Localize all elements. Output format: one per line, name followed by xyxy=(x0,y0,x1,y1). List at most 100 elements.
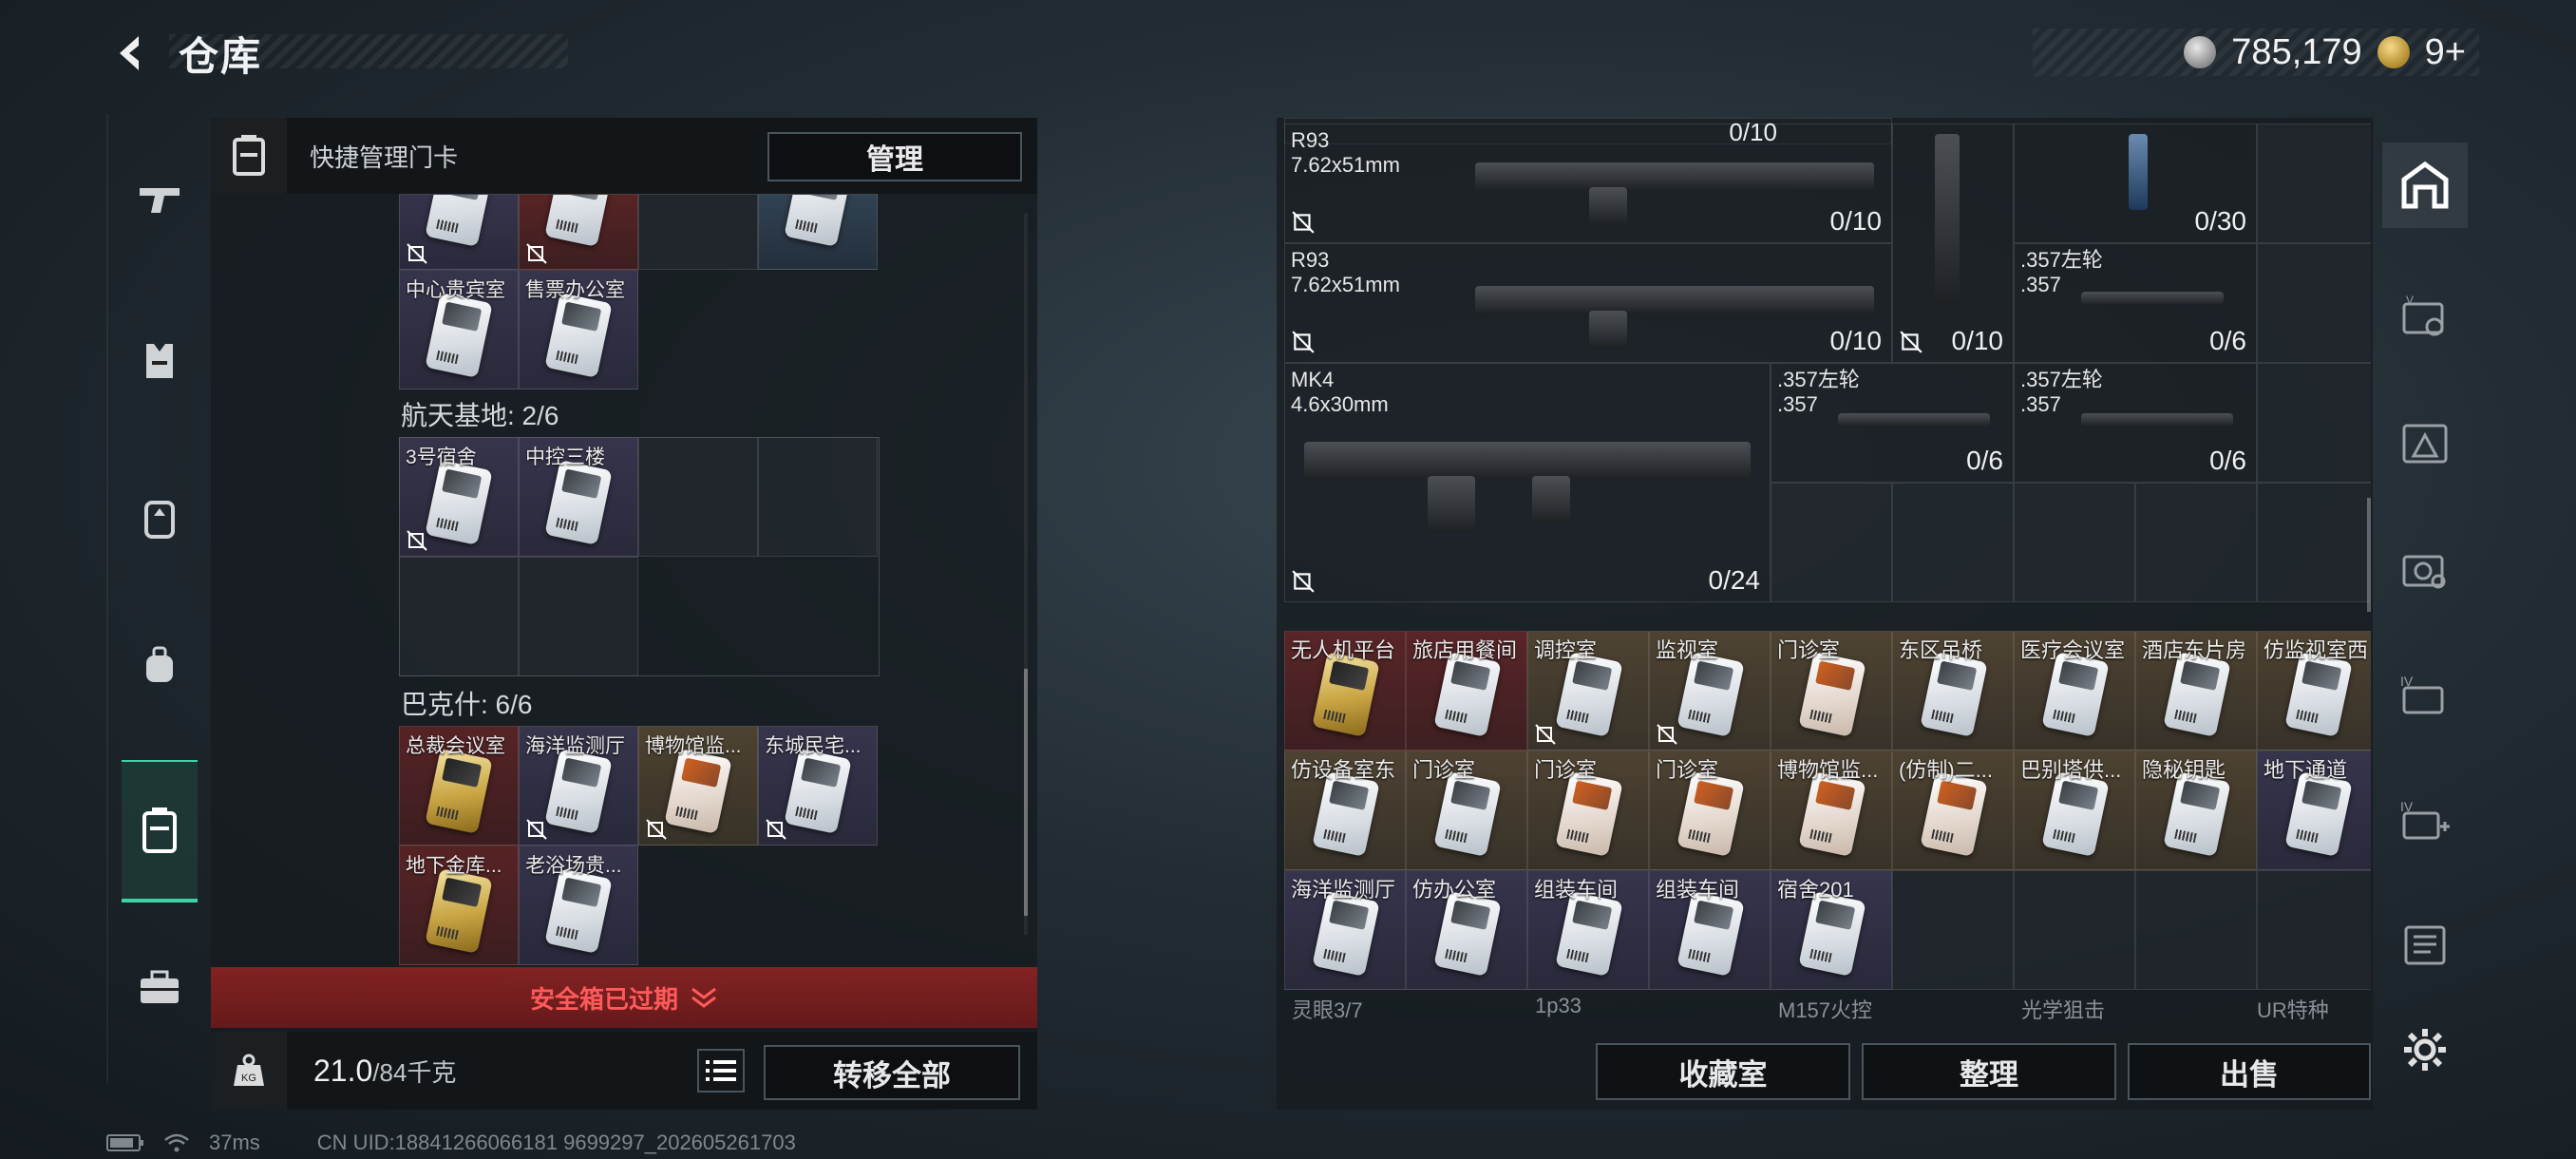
keycard-slot[interactable]: 门诊室 xyxy=(1649,750,1771,870)
scrollbar-thumb[interactable] xyxy=(2367,498,2371,612)
empty-slot[interactable] xyxy=(638,194,758,270)
rail-keycard-v[interactable]: V xyxy=(2382,276,2468,361)
rail-stash-all[interactable] xyxy=(2382,142,2468,228)
keycard-slot[interactable]: 无人机平台 xyxy=(1284,631,1406,750)
keycard-list[interactable]: 中心贵宾室 售票办公室 航天基地: 2/6 3号宿舍 中控三楼 巴克什: 6/6… xyxy=(211,194,1037,1007)
keycard-slot[interactable]: 地下通道 xyxy=(2257,750,2371,870)
weapon-slot[interactable]: 0/30 xyxy=(2014,124,2257,243)
keycard-slot[interactable] xyxy=(519,194,638,270)
back-button[interactable] xyxy=(106,27,160,80)
empty-slot[interactable] xyxy=(638,437,758,557)
empty-slot[interactable] xyxy=(2014,870,2135,990)
rail-book[interactable] xyxy=(2382,902,2468,988)
rail-iv-add[interactable]: IV xyxy=(2382,777,2468,863)
keycard-slot[interactable]: 老浴场贵... xyxy=(519,846,638,965)
currency-secondary[interactable]: 9+ xyxy=(2425,32,2466,73)
sell-button[interactable]: 出售 xyxy=(2128,1043,2371,1100)
keycard-slot[interactable]: 调控室 xyxy=(1527,631,1649,750)
book-icon xyxy=(2404,925,2446,965)
keycard-slot[interactable]: 组装车间 xyxy=(1527,870,1649,990)
empty-slot[interactable] xyxy=(2135,870,2257,990)
keycard-slot[interactable]: 3号宿舍 xyxy=(399,437,519,557)
empty-slot[interactable] xyxy=(1771,483,1892,602)
scrollbar-thumb[interactable] xyxy=(1024,669,1028,916)
empty-slot[interactable] xyxy=(2257,363,2371,483)
rail-armor[interactable] xyxy=(122,323,198,399)
keycard-slot[interactable]: 门诊室 xyxy=(1406,750,1527,870)
weapon-vertical[interactable]: 0/10 xyxy=(1892,124,2014,363)
rail-weapons[interactable] xyxy=(122,162,198,238)
empty-slot[interactable] xyxy=(2257,483,2371,602)
keycard-slot[interactable]: 医疗会议室 xyxy=(2014,631,2135,750)
organize-button[interactable]: 整理 xyxy=(1862,1043,2116,1100)
keycard-slot[interactable]: 门诊室 xyxy=(1527,750,1649,870)
rail-triangle-item[interactable] xyxy=(2382,401,2468,486)
empty-slot[interactable] xyxy=(2135,483,2257,602)
empty-slot[interactable] xyxy=(1892,870,2014,990)
list-view-button[interactable] xyxy=(697,1049,745,1092)
collection-room-button[interactable]: 收藏室 xyxy=(1596,1043,1850,1100)
keycard-slot[interactable]: 隐秘钥匙 xyxy=(2135,750,2257,870)
weapon-mk4[interactable]: MK4 4.6x30mm 0/24 xyxy=(1284,363,1771,602)
keycard-label: 3号宿舍 xyxy=(406,446,477,468)
keycard-slot[interactable]: 仿监视室西 xyxy=(2257,631,2371,750)
no-transfer-icon xyxy=(1292,570,1315,593)
rail-backpack[interactable] xyxy=(122,480,198,556)
keycard-slot[interactable]: 博物馆监... xyxy=(638,726,758,846)
keycard-slot[interactable]: 仿办公室 xyxy=(1406,870,1527,990)
keycard-slot[interactable]: 中心贵宾室 xyxy=(399,270,519,390)
keycard-image xyxy=(425,868,493,954)
keycard-label: 博物馆监... xyxy=(1777,758,1879,782)
keycard-slot[interactable]: 旅店用餐间 xyxy=(1406,631,1527,750)
weapon-357-revolver[interactable]: .357左轮 .357 0/6 xyxy=(1771,363,2014,483)
keycard-slot[interactable] xyxy=(399,194,519,270)
keycard-slot[interactable]: 酒店东片房 xyxy=(2135,631,2257,750)
empty-slot[interactable] xyxy=(2257,124,2371,243)
keycard-slot[interactable]: 总裁会议室 xyxy=(399,726,519,846)
empty-slot[interactable] xyxy=(758,437,878,557)
weapon-r93[interactable]: R93 7.62x51mm 0/10 xyxy=(1284,124,1892,243)
keycard-slot[interactable]: 巴别塔供... xyxy=(2014,750,2135,870)
keycard-slot[interactable]: (仿制)二... xyxy=(1892,750,2014,870)
empty-slot[interactable] xyxy=(2257,870,2371,990)
weapon-357-revolver[interactable]: .357左轮 .357 0/6 xyxy=(2014,243,2257,363)
safe-box-expired-banner[interactable]: 安全箱已过期 xyxy=(211,967,1037,1028)
keycard-slot[interactable]: 博物馆监... xyxy=(1771,750,1892,870)
keycard-slot[interactable]: 门诊室 xyxy=(1771,631,1892,750)
keycard-slot[interactable]: 海洋监测厅 xyxy=(1284,870,1406,990)
empty-slot[interactable] xyxy=(399,557,519,676)
keycard-slot[interactable]: 仿设备室东 xyxy=(1284,750,1406,870)
rail-iv-item[interactable]: IV xyxy=(2382,652,2468,737)
weapon-name: .357左轮 .357 xyxy=(1777,368,1860,416)
keycard-slot[interactable]: 东区吊桥 xyxy=(1892,631,2014,750)
transfer-all-button[interactable]: 转移全部 xyxy=(764,1045,1020,1100)
keycard-slot[interactable]: 中控三楼 xyxy=(519,437,638,557)
manage-button[interactable]: 管理 xyxy=(767,132,1022,181)
vest-icon xyxy=(146,344,173,378)
rifle-image xyxy=(1935,134,1960,305)
keycard-slot[interactable]: 组装车间 xyxy=(1649,870,1771,990)
keycard-image xyxy=(2041,771,2110,857)
keycard-slot[interactable]: 宿舍201 xyxy=(1771,870,1892,990)
settings-button[interactable] xyxy=(2382,1007,2468,1092)
weapon-r93[interactable]: R93 7.62x51mm 0/10 xyxy=(1284,243,1892,363)
rail-consumables[interactable] xyxy=(122,627,198,703)
keycard-slot[interactable]: 地下金库... xyxy=(399,846,519,965)
keycard-slot[interactable]: 海洋监测厅 xyxy=(519,726,638,846)
rail-keycards[interactable] xyxy=(122,760,198,902)
keycard-slot[interactable] xyxy=(758,194,878,270)
weapon-357-revolver[interactable]: .357左轮 .357 0/6 xyxy=(2014,363,2257,483)
empty-slot[interactable] xyxy=(2257,243,2371,363)
stash-grid[interactable]: 0/10 R93 7.62x51mm 0/10 R93 7.62x51mm 0/… xyxy=(1284,118,2371,1030)
empty-slot[interactable] xyxy=(519,557,638,676)
keycard-slot[interactable]: 监视室 xyxy=(1649,631,1771,750)
keycard-slot[interactable]: 东城民宅... xyxy=(758,726,878,846)
keycard-image xyxy=(544,460,613,545)
empty-slot[interactable] xyxy=(2014,483,2135,602)
right-category-rail: V IV IV xyxy=(2382,142,2468,1092)
empty-slot[interactable] xyxy=(1892,483,2014,602)
rail-gear-item[interactable] xyxy=(2382,526,2468,612)
rail-toolbox[interactable] xyxy=(122,950,198,1026)
keycard-slot[interactable]: 售票办公室 xyxy=(519,270,638,390)
keycard-label: 中控三楼 xyxy=(525,446,605,468)
